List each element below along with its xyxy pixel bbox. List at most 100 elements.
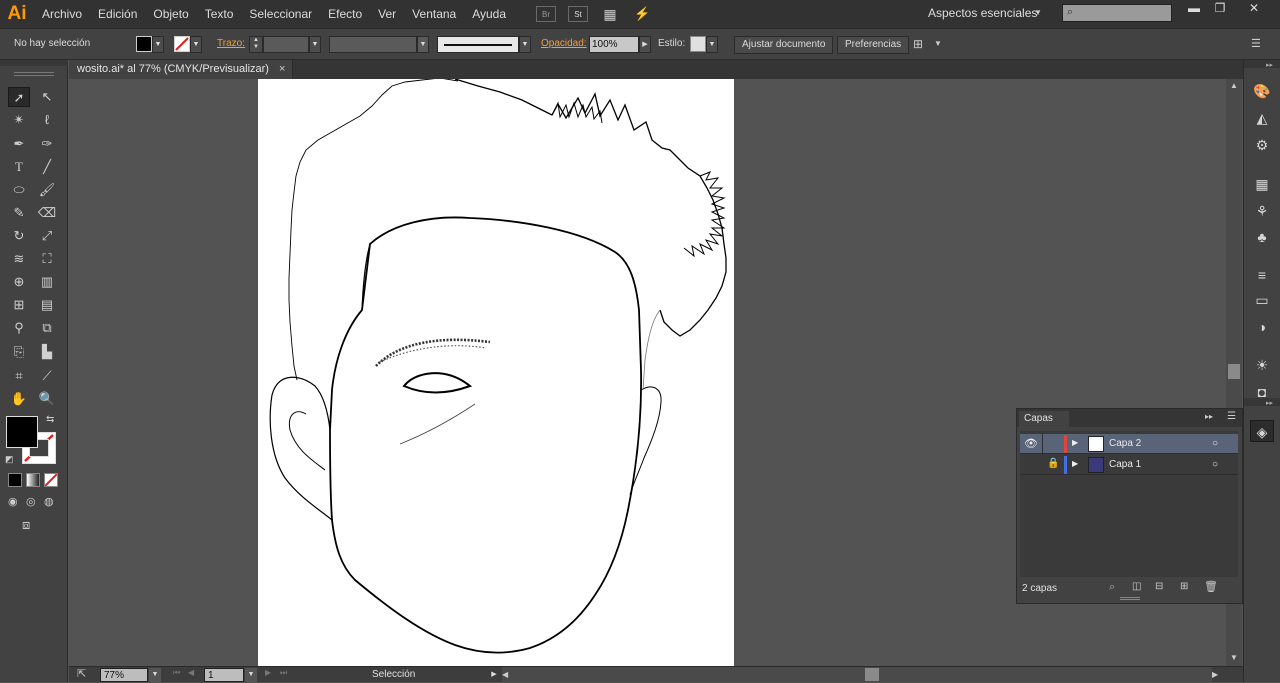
graphic-style-swatch[interactable] — [690, 36, 706, 52]
swatches-icon[interactable]: ▦ — [1250, 173, 1274, 195]
lasso-tool-icon[interactable]: ℓ — [36, 110, 58, 130]
delete-layer-icon[interactable]: 🗑 — [1204, 580, 1218, 593]
scroll-right-icon[interactable]: ▶ — [1212, 667, 1224, 682]
vertical-scroll-thumb[interactable] — [1228, 364, 1240, 379]
symbol-sprayer-tool-icon[interactable]: ⎘ — [8, 342, 30, 362]
symbols-icon[interactable]: ♣ — [1250, 226, 1274, 248]
mesh-tool-icon[interactable]: ⊞ — [8, 295, 30, 315]
color-mode-button[interactable] — [8, 473, 22, 487]
close-window-button[interactable]: ✕ — [1240, 2, 1268, 16]
panel-menu-icon[interactable]: ☰ — [1251, 37, 1261, 50]
perspective-grid-tool-icon[interactable]: ▥ — [36, 272, 58, 292]
gradient-tool-icon[interactable]: ▤ — [36, 295, 58, 315]
fill-swatch[interactable] — [136, 36, 152, 52]
menu-texto[interactable]: Texto — [197, 0, 242, 28]
stroke-weight-stepper[interactable]: ▲ ▼ — [249, 36, 263, 53]
menu-ver[interactable]: Ver — [370, 0, 404, 28]
restore-button[interactable]: ❐ — [1206, 2, 1234, 16]
collapse-dock-icon[interactable]: ▸▸ — [1266, 399, 1273, 407]
menu-archivo[interactable]: Archivo — [34, 0, 90, 28]
new-layer-icon[interactable]: ⊞ — [1180, 581, 1188, 592]
layers-panel-icon[interactable]: ◈ — [1250, 420, 1274, 442]
scroll-up-icon[interactable]: ▲ — [1230, 81, 1238, 90]
fill-dropdown[interactable]: ▼ — [152, 36, 164, 53]
gradient-mode-button[interactable] — [26, 473, 40, 487]
type-tool-icon[interactable]: T — [8, 157, 30, 177]
stroke-label[interactable]: Trazo: — [217, 38, 245, 49]
clipping-mask-icon[interactable]: ◫ — [1132, 581, 1141, 592]
stroke-dropdown[interactable]: ▼ — [190, 36, 202, 53]
eyedropper-tool-icon[interactable]: ⚲ — [8, 318, 30, 338]
brush-definition[interactable] — [437, 36, 519, 53]
brush-dropdown[interactable]: ▼ — [519, 36, 531, 53]
horizontal-scrollbar[interactable] — [512, 667, 1212, 682]
expand-layer-icon[interactable]: ▶ — [1072, 459, 1078, 468]
selection-tool-icon[interactable]: ➚ — [8, 87, 30, 107]
menu-ayuda[interactable]: Ayuda — [464, 0, 514, 28]
layer-row-capa-1[interactable]: 🔒 ▶ Capa 1 ○ — [1020, 455, 1238, 475]
opacity-field[interactable]: 100% — [589, 36, 639, 53]
tab-layers[interactable]: Capas — [1019, 411, 1069, 427]
magic-wand-tool-icon[interactable]: ✴ — [8, 110, 30, 130]
arrange-documents-icon[interactable]: ▦ — [600, 6, 620, 22]
line-tool-icon[interactable]: ╱ — [36, 157, 58, 177]
preferences-button[interactable]: Preferencias — [837, 36, 910, 54]
slice-tool-icon[interactable]: ⟋ — [36, 366, 58, 386]
menu-ventana[interactable]: Ventana — [404, 0, 464, 28]
default-colors-icon[interactable]: ◩ — [5, 454, 14, 465]
scale-tool-icon[interactable]: ⤢ — [36, 226, 58, 246]
artboard[interactable] — [258, 79, 734, 666]
expand-layer-icon[interactable]: ▶ — [1072, 438, 1078, 447]
layer-name[interactable]: Capa 2 — [1109, 438, 1141, 449]
column-graph-tool-icon[interactable]: ▙ — [36, 342, 58, 362]
draw-inside-icon[interactable]: ◍ — [44, 495, 54, 508]
close-tab-button[interactable]: × — [279, 60, 285, 79]
stroke-weight-dropdown[interactable]: ▼ — [309, 36, 321, 53]
eraser-tool-icon[interactable]: ⌫ — [36, 203, 58, 223]
warp-tool-icon[interactable]: ≋ — [8, 249, 30, 269]
style-dropdown[interactable]: ▼ — [706, 36, 718, 53]
stock-icon[interactable]: St — [568, 6, 589, 22]
direct-selection-tool-icon[interactable]: ↖ — [36, 87, 58, 107]
draw-normal-icon[interactable]: ◉ — [8, 495, 18, 508]
stroke-weight-field[interactable] — [263, 36, 309, 53]
zoom-tool-icon[interactable]: 🔍 — [36, 389, 58, 409]
artboard-tool-icon[interactable]: ⌗ — [8, 366, 30, 386]
ellipse-tool-icon[interactable]: ⬭ — [8, 180, 30, 200]
profile-dropdown[interactable]: ▼ — [417, 36, 429, 53]
target-circle-icon[interactable]: ○ — [1212, 438, 1218, 449]
collapse-dock-icon[interactable]: ▸▸ — [1266, 61, 1273, 69]
collapse-panel-icon[interactable]: ▸▸ — [1205, 412, 1213, 421]
menu-objeto[interactable]: Objeto — [145, 0, 196, 28]
lock-icon[interactable]: 🔒 — [1047, 458, 1059, 469]
gradient-panel-icon[interactable]: ▭ — [1250, 289, 1274, 311]
zoom-field[interactable]: 77% — [100, 668, 148, 682]
hand-tool-icon[interactable]: ✋ — [8, 389, 30, 409]
brushes-icon[interactable]: ⚘ — [1250, 200, 1274, 222]
gpu-performance-icon[interactable]: ⚡ — [632, 6, 652, 22]
last-artboard-icon[interactable]: ⏭ — [280, 668, 287, 678]
layer-row-capa-2[interactable]: 👁 ▶ Capa 2 ○ — [1020, 434, 1238, 454]
chevron-down-icon[interactable]: ▼ — [934, 39, 942, 48]
blob-brush-tool-icon[interactable]: ✎ — [8, 203, 30, 223]
zoom-dropdown[interactable]: ▼ — [149, 668, 161, 682]
kuler-icon[interactable]: ⚙ — [1250, 134, 1274, 156]
help-search-input[interactable]: ⌕ — [1062, 4, 1172, 22]
first-artboard-icon[interactable]: ⏮ — [173, 668, 180, 678]
variable-width-profile[interactable] — [329, 36, 417, 53]
scroll-down-icon[interactable]: ▼ — [1230, 653, 1238, 662]
menu-efecto[interactable]: Efecto — [320, 0, 370, 28]
opacity-dropdown[interactable]: ▶ — [639, 36, 651, 53]
fit-document-button[interactable]: Ajustar documento — [734, 36, 834, 54]
scroll-left-icon[interactable]: ◀ — [502, 667, 512, 682]
none-mode-button[interactable] — [44, 473, 58, 487]
status-menu-icon[interactable]: ▶ — [488, 668, 500, 682]
horizontal-scroll-thumb[interactable] — [865, 668, 879, 681]
swap-colors-icon[interactable]: ⇆ — [46, 414, 54, 425]
target-circle-icon[interactable]: ○ — [1212, 459, 1218, 470]
bridge-icon[interactable]: Br — [536, 6, 557, 22]
color-panel-icon[interactable]: 🎨 — [1250, 80, 1274, 102]
curvature-tool-icon[interactable]: ✑ — [36, 134, 58, 154]
transparency-icon[interactable]: ◑ — [1250, 316, 1274, 338]
color-guide-icon[interactable]: ◭ — [1250, 107, 1274, 129]
